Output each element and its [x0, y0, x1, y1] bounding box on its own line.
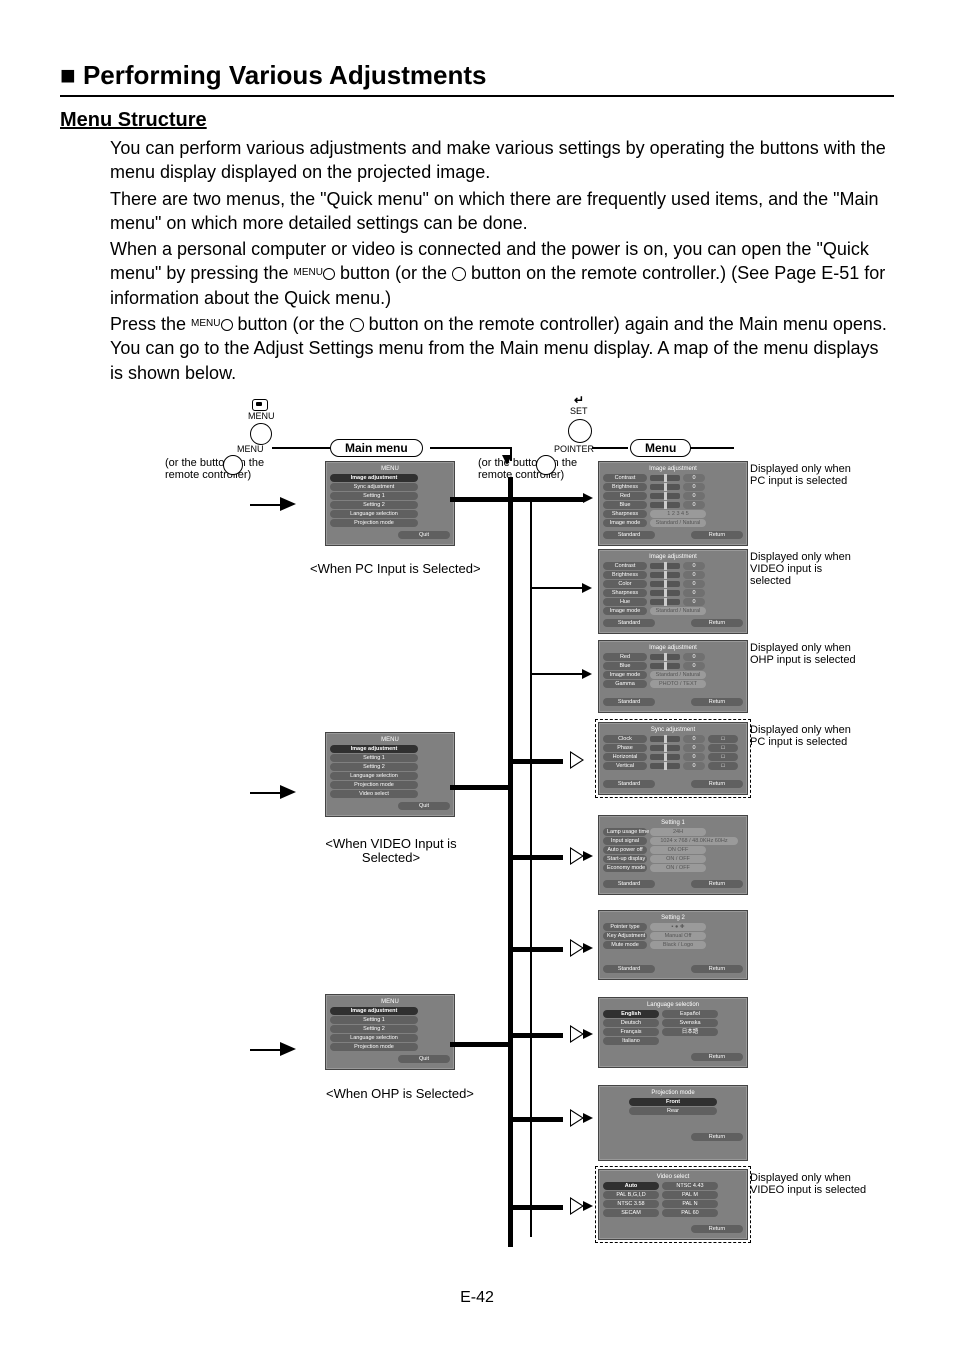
panel-setting2: Setting 2 Pointer type▪ ● ✚ Key Adjustme… — [598, 910, 748, 980]
note-pc: Displayed only when PC input is selected — [750, 463, 860, 487]
caption-ohp: <When OHP is Selected> — [326, 1087, 474, 1101]
panel-sync: Sync adjustment Clock0□ Phase0□ Horizont… — [598, 722, 748, 795]
note-pc2: Displayed only when PC input is selected — [750, 724, 860, 748]
pointer-label: POINTER — [554, 445, 594, 455]
panel-image-video: Image adjustment Contrast0 Brightness0 C… — [598, 549, 748, 634]
set-button-icon — [568, 419, 592, 443]
menu-button-icon — [250, 423, 272, 445]
caption-video: <When VIDEO Input is Selected> — [316, 837, 466, 866]
panel-projection: Projection mode Front Rear Return — [598, 1085, 748, 1161]
menu-label: MENU — [248, 412, 275, 422]
remote-icon — [252, 399, 268, 411]
note-ohp: Displayed only when OHP input is selecte… — [750, 642, 860, 666]
caption-pc: <When PC Input is Selected> — [310, 562, 481, 576]
remote-button-icon — [223, 455, 243, 475]
set-label: SET — [570, 407, 588, 417]
section-heading: Menu Structure — [60, 109, 894, 132]
note-video2: Displayed only when VIDEO input is selec… — [750, 1172, 870, 1196]
menu-label-2: MENU — [237, 445, 264, 455]
menu-structure-diagram: MENU MENU (or the button on the remote c… — [130, 397, 920, 1277]
panel-setting1: Setting 1 Lamp usage time24H Input signa… — [598, 815, 748, 895]
note-video: Displayed only when VIDEO input is selec… — [750, 551, 860, 587]
remote-pointer-icon — [536, 455, 556, 475]
page-number: E-42 — [60, 1289, 894, 1307]
main-menu-ohp: MENU Image adjustment Setting 1 Setting … — [325, 994, 455, 1070]
panel-language: Language selection EnglishEspañol Deutsc… — [598, 997, 748, 1068]
panel-image-ohp: Image adjustment Red0 Blue0 Image modeSt… — [598, 640, 748, 713]
page-title: ■ Performing Various Adjustments — [60, 60, 894, 97]
panel-image-pc: Image adjustment Contrast0 Brightness0 R… — [598, 461, 748, 546]
body-text: You can perform various adjustments and … — [110, 136, 894, 385]
main-menu-pill: Main menu — [330, 439, 423, 457]
main-menu-pc: MENU Image adjustment Sync adjustment Se… — [325, 461, 455, 546]
main-menu-video: MENU Image adjustment Setting 1 Setting … — [325, 732, 455, 817]
menu-pill: Menu — [630, 439, 691, 457]
panel-videoselect: Video select AutoNTSC 4.43 PAL B,G,I,DPA… — [598, 1169, 748, 1240]
enter-icon: ↵ — [574, 393, 584, 407]
